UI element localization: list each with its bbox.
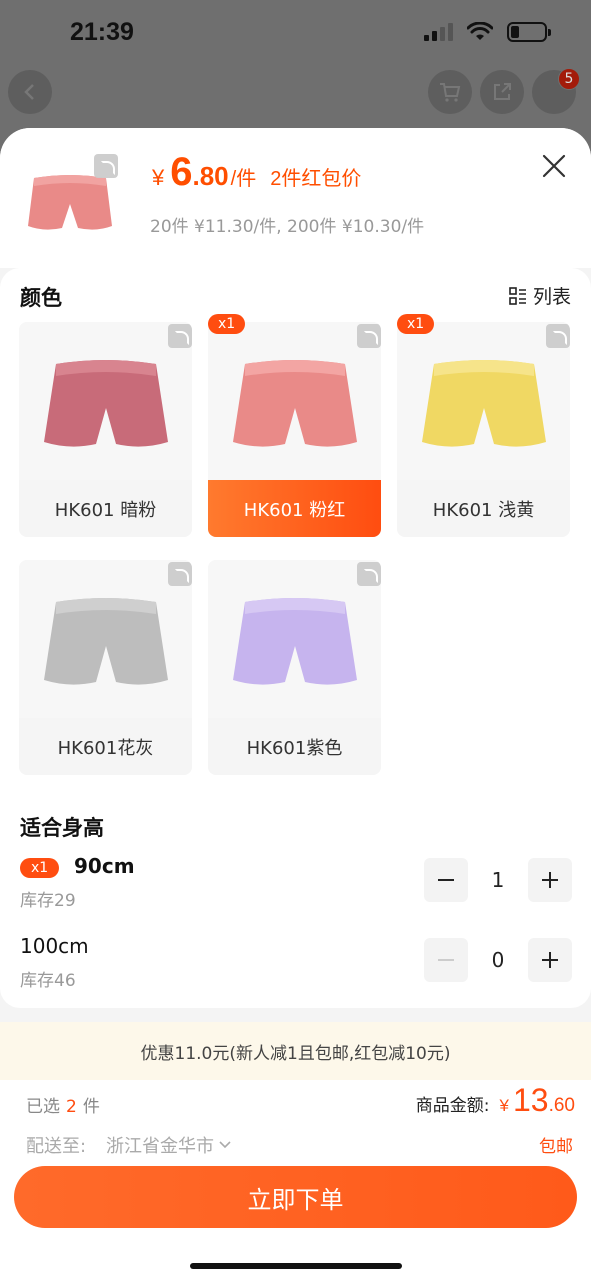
chevron-down-icon	[219, 1141, 231, 1149]
minus-icon	[438, 959, 454, 961]
plus-icon	[542, 952, 558, 968]
size-name: 90cm	[74, 854, 135, 878]
background-nav: 5	[0, 68, 591, 120]
battery-icon	[507, 22, 551, 42]
close-button[interactable]	[538, 150, 570, 182]
more-button[interactable]: 5	[532, 68, 580, 114]
wifi-icon	[467, 22, 493, 40]
sheet-header: ¥ 6 .80 /件 2件红包价 20件 ¥11.30/件, 200件 ¥10.…	[0, 128, 591, 268]
cart-badge: 5	[558, 68, 580, 90]
minus-icon	[438, 879, 454, 881]
quantity-stepper: 0	[424, 938, 572, 982]
color-option-label: HK601 暗粉	[54, 499, 157, 521]
height-title: 适合身高	[20, 816, 104, 840]
promo-tag: 2件红包价	[270, 168, 362, 190]
share-icon	[494, 83, 511, 100]
expand-icon[interactable]	[357, 562, 381, 586]
close-icon	[542, 154, 566, 178]
shorts-graphic	[421, 360, 546, 447]
cart-button[interactable]	[428, 70, 472, 114]
color-option-label: HK601花灰	[57, 737, 154, 759]
color-option-label: HK601紫色	[246, 737, 343, 759]
selected-count: 已选 2 件	[26, 1097, 100, 1117]
quantity-stepper: 1	[424, 858, 572, 902]
status-time: 21:39	[70, 18, 134, 46]
list-view-toggle[interactable]: 列表	[509, 282, 571, 309]
color-option[interactable]: HK601花灰	[19, 560, 192, 775]
status-bar: 21:39	[0, 0, 591, 64]
home-indicator	[190, 1263, 402, 1269]
color-option[interactable]: HK601紫色	[208, 560, 381, 775]
shorts-image	[208, 560, 381, 718]
back-arrow-icon	[24, 84, 34, 100]
color-title: 颜色	[20, 286, 62, 310]
color-option[interactable]: HK601 粉红	[208, 322, 381, 537]
shorts-image	[19, 560, 192, 718]
expand-icon[interactable]	[546, 324, 570, 348]
signal-icon	[424, 23, 453, 41]
product-thumbnail[interactable]	[20, 148, 120, 248]
stock-label: 库存29	[20, 891, 76, 911]
expand-icon[interactable]	[168, 562, 192, 586]
shorts-image	[397, 322, 570, 480]
expand-icon[interactable]	[94, 154, 118, 178]
list-icon	[509, 286, 526, 305]
plus-icon	[542, 872, 558, 888]
color-option-label: HK601 粉红	[208, 480, 381, 537]
expand-icon[interactable]	[357, 324, 381, 348]
size-row: 100cm 库存46 0	[0, 934, 591, 998]
quantity-value[interactable]: 1	[468, 858, 528, 902]
quantity-value[interactable]: 0	[468, 938, 528, 982]
ship-address-selector[interactable]: 浙江省金华市	[106, 1132, 232, 1158]
options-card: 颜色 列表 HK601 暗粉 HK601 粉红 x1 HK601 浅黄 x1 H…	[0, 268, 591, 1008]
sku-sheet: ¥ 6 .80 /件 2件红包价 20件 ¥11.30/件, 200件 ¥10.…	[0, 128, 591, 1280]
size-name: 100cm	[20, 934, 89, 958]
quantity-badge: x1	[20, 858, 60, 878]
color-option[interactable]: HK601 浅黄	[397, 322, 570, 537]
price: ¥ 6 .80 /件 2件红包价	[152, 150, 362, 194]
discount-banner: 优惠11.0元(新人减1且包邮,红包减10元)	[0, 1022, 591, 1080]
size-row: x1 90cm 库存29 1	[0, 854, 591, 918]
shorts-image	[19, 322, 192, 480]
color-option-label: HK601 浅黄	[432, 499, 535, 521]
share-button[interactable]	[480, 70, 524, 114]
quantity-badge: x1	[208, 314, 246, 334]
increment-button[interactable]	[528, 938, 572, 982]
cart-icon	[440, 83, 461, 102]
stock-label: 库存46	[20, 971, 76, 991]
tier-prices: 20件 ¥11.30/件, 200件 ¥10.30/件	[150, 217, 425, 237]
status-icons	[424, 22, 551, 42]
shorts-graphic	[232, 360, 357, 447]
order-footer: 已选 2 件 商品金额: ¥ 13 .60 配送至: 浙江省金华市 包邮 立即下单	[0, 1080, 591, 1280]
shorts-graphic	[43, 360, 168, 447]
shorts-graphic	[232, 598, 357, 685]
expand-icon[interactable]	[168, 324, 192, 348]
shorts-image	[208, 322, 381, 480]
place-order-button[interactable]: 立即下单	[14, 1166, 577, 1228]
back-button[interactable]	[8, 70, 52, 114]
shorts-graphic	[43, 598, 168, 685]
decrement-button[interactable]	[424, 858, 468, 902]
color-option[interactable]: HK601 暗粉	[19, 322, 192, 537]
ship-to-label: 配送至:	[26, 1136, 87, 1157]
free-shipping-label: 包邮	[539, 1137, 573, 1157]
total-amount: 商品金额: ¥ 13 .60	[415, 1082, 575, 1118]
increment-button[interactable]	[528, 858, 572, 902]
decrement-button[interactable]	[424, 938, 468, 982]
quantity-badge: x1	[397, 314, 435, 334]
